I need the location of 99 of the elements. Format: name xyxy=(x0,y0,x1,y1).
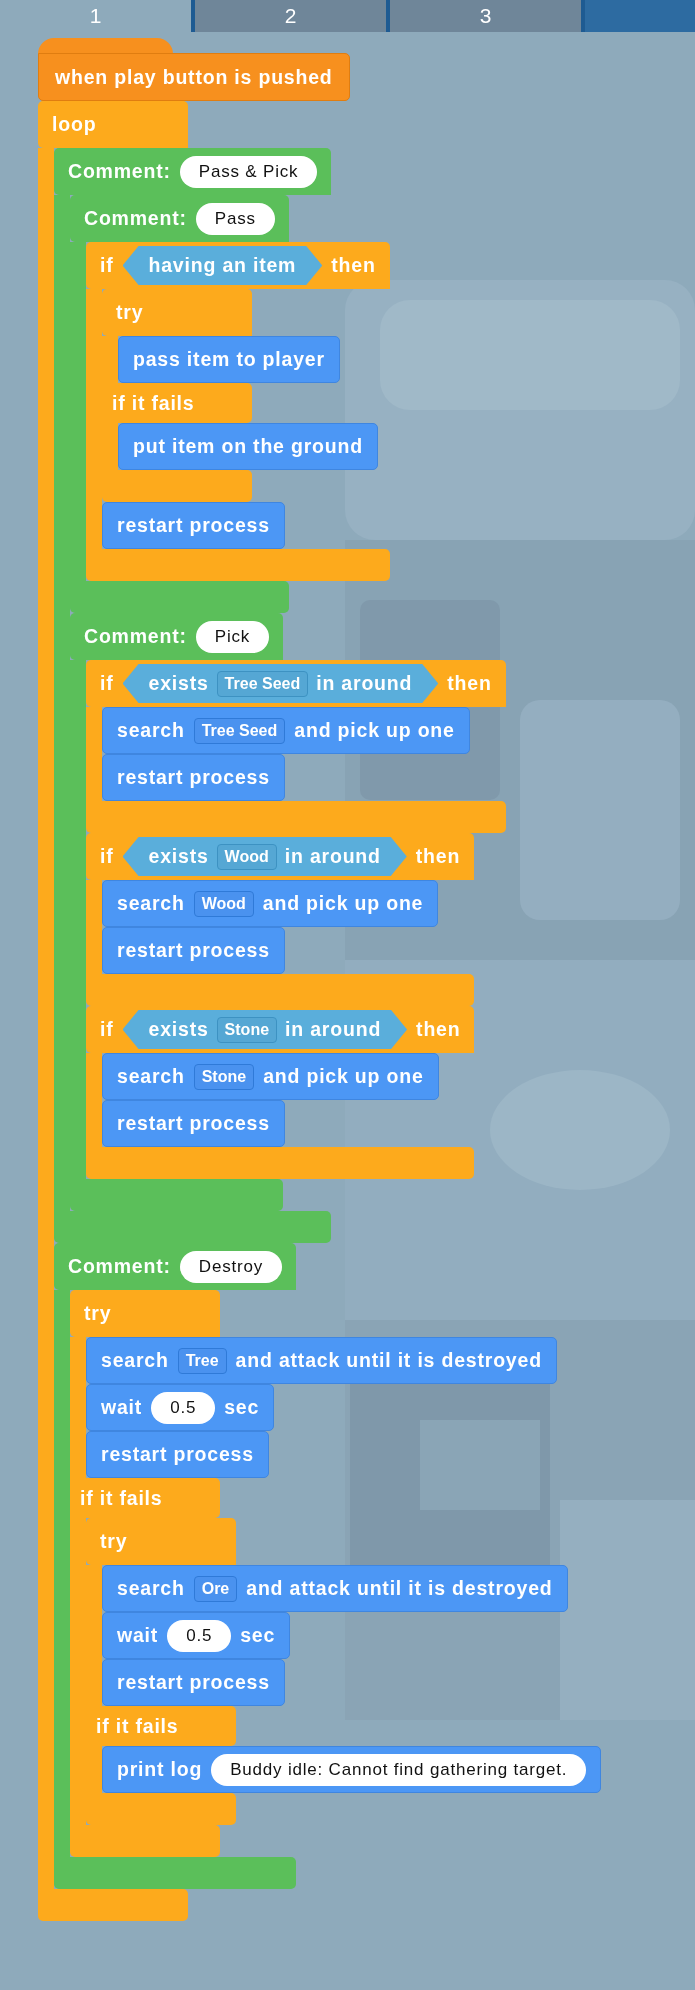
block-text: if xyxy=(100,845,114,868)
comment-field[interactable]: Pass & Pick xyxy=(179,155,318,188)
if-block-header[interactable]: if having an item then xyxy=(86,242,390,289)
block-label: loop xyxy=(52,113,97,136)
block-text: restart process xyxy=(117,514,270,537)
command-block[interactable]: restart process xyxy=(102,927,285,974)
command-block[interactable]: restart process xyxy=(86,1431,269,1478)
tab[interactable]: 2 xyxy=(195,0,390,32)
block-label: if it fails xyxy=(96,1714,179,1738)
block-text: put item on the ground xyxy=(133,435,363,458)
if-block-header[interactable]: if exists Tree Seed in around then xyxy=(86,660,506,707)
item-slot[interactable]: Tree Seed xyxy=(216,670,309,697)
comment-field[interactable]: Destroy xyxy=(179,1250,282,1283)
item-slot[interactable]: Tree xyxy=(177,1347,227,1374)
block-text: and pick up one xyxy=(262,892,424,915)
block-text: exists xyxy=(148,672,209,695)
block-text: and attack until it is destroyed xyxy=(235,1349,542,1372)
command-block[interactable]: search Tree Seed and pick up one xyxy=(102,707,470,754)
block-text: restart process xyxy=(101,1443,254,1466)
comment-block-header[interactable]: Comment: Pick xyxy=(70,613,284,660)
condition-block[interactable]: exists Stone in around xyxy=(122,1010,408,1049)
block-label: Comment: xyxy=(68,160,171,183)
item-slot[interactable]: Stone xyxy=(216,1016,278,1043)
command-block[interactable]: search Tree and attack until it is destroyed xyxy=(86,1337,557,1384)
block-text: search xyxy=(117,719,185,742)
if-block-header[interactable]: if exists Wood in around then xyxy=(86,833,475,880)
block-text: exists xyxy=(148,845,209,868)
block-text: restart process xyxy=(117,1671,270,1694)
block-text: search xyxy=(117,892,185,915)
block-text: print log xyxy=(117,1758,203,1781)
block-text: wait xyxy=(117,1624,159,1647)
command-block[interactable]: put item on the ground xyxy=(118,423,378,470)
tab[interactable]: 1 xyxy=(0,0,195,32)
condition-block[interactable]: exists Wood in around xyxy=(122,837,407,876)
block-text: and pick up one xyxy=(294,719,455,742)
block-text: sec xyxy=(240,1624,276,1647)
block-text: wait xyxy=(101,1396,143,1419)
block-label: if it fails xyxy=(112,391,195,415)
block-label: try xyxy=(116,301,144,324)
condition-block[interactable]: having an item xyxy=(122,246,323,285)
block-text: if xyxy=(100,1018,114,1041)
value-field[interactable]: 0.5 xyxy=(167,1619,232,1652)
block-label: if it fails xyxy=(80,1486,163,1510)
item-slot[interactable]: Ore xyxy=(193,1575,238,1602)
block-text: then xyxy=(416,1018,461,1041)
block-text: if xyxy=(100,254,114,277)
item-slot[interactable]: Tree Seed xyxy=(193,717,286,744)
block-label: try xyxy=(84,1302,112,1325)
if-block-header[interactable]: if exists Stone in around then xyxy=(86,1006,475,1053)
block-text: and attack until it is destroyed xyxy=(246,1577,553,1600)
block-text: restart process xyxy=(117,766,270,789)
item-slot[interactable]: Wood xyxy=(193,890,254,917)
comment-block-header[interactable]: Comment: Pass xyxy=(70,195,289,242)
block-label: Comment: xyxy=(68,1255,171,1278)
try-block-header[interactable]: try xyxy=(102,289,252,336)
block-text: in around xyxy=(284,845,381,868)
item-slot[interactable]: Wood xyxy=(216,843,277,870)
comment-block-header[interactable]: Comment: Destroy xyxy=(54,1243,296,1290)
command-block[interactable]: wait 0.5 sec xyxy=(102,1612,291,1659)
item-slot[interactable]: Stone xyxy=(193,1063,255,1090)
value-field[interactable]: 0.5 xyxy=(151,1391,216,1424)
block-text: having an item xyxy=(148,254,297,277)
block-text: pass item to player xyxy=(133,348,325,371)
comment-field[interactable]: Pick xyxy=(195,620,270,653)
block-label: Comment: xyxy=(84,207,187,230)
block-text: search xyxy=(117,1065,185,1088)
comment-block-header[interactable]: Comment: Pass & Pick xyxy=(54,148,332,195)
block-text: then xyxy=(447,672,492,695)
loop-block-header[interactable]: loop xyxy=(38,101,188,148)
block-text: search xyxy=(101,1349,169,1372)
block-text: search xyxy=(117,1577,185,1600)
command-block[interactable]: restart process xyxy=(102,1100,285,1147)
command-block[interactable]: wait 0.5 sec xyxy=(86,1384,275,1431)
command-block[interactable]: restart process xyxy=(102,1659,285,1706)
command-block[interactable]: pass item to player xyxy=(118,336,340,383)
block-text: then xyxy=(331,254,376,277)
block-label: Comment: xyxy=(84,625,187,648)
block-text: restart process xyxy=(117,939,270,962)
value-field[interactable]: Buddy idle: Cannot find gathering target. xyxy=(211,1753,587,1786)
block-text: and pick up one xyxy=(263,1065,424,1088)
try-block-header[interactable]: try xyxy=(86,1518,236,1565)
block-text: then xyxy=(415,845,461,868)
command-block[interactable]: search Stone and pick up one xyxy=(102,1053,439,1100)
block-text: if xyxy=(100,672,114,695)
command-block[interactable]: search Wood and pick up one xyxy=(102,880,439,927)
command-block[interactable]: search Ore and attack until it is destroyed xyxy=(102,1565,568,1612)
block-text: sec xyxy=(224,1396,260,1419)
tab[interactable]: 3 xyxy=(390,0,585,32)
block-text: exists xyxy=(148,1018,209,1041)
block-text: in around xyxy=(316,672,413,695)
block-text: restart process xyxy=(117,1112,270,1135)
try-block-header[interactable]: try xyxy=(70,1290,220,1337)
command-block[interactable]: print log Buddy idle: Cannot find gathering target. xyxy=(102,1746,602,1793)
condition-block[interactable]: exists Tree Seed in around xyxy=(122,664,439,703)
comment-field[interactable]: Pass xyxy=(195,202,275,235)
block-label: try xyxy=(100,1530,128,1553)
command-block[interactable]: restart process xyxy=(102,502,285,549)
block-text: in around xyxy=(285,1018,382,1041)
command-block[interactable]: restart process xyxy=(102,754,285,801)
